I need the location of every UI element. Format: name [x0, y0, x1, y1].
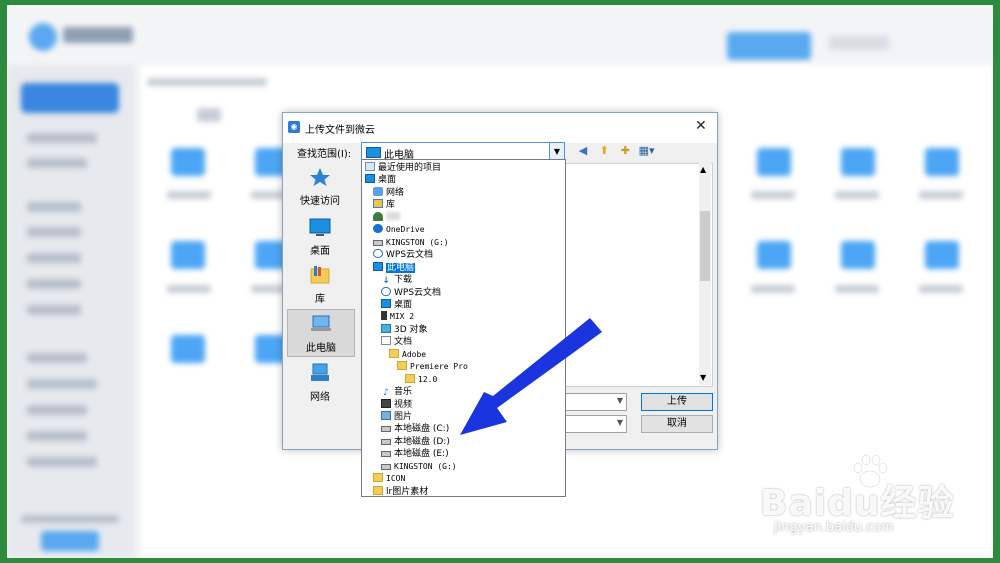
- watermark-url: jingyan.baidu.com: [774, 520, 894, 535]
- baidu-watermark: Baidu经验 jingyan.baidu.com: [760, 450, 1000, 550]
- watermark-brand: Baidu经验: [760, 483, 955, 524]
